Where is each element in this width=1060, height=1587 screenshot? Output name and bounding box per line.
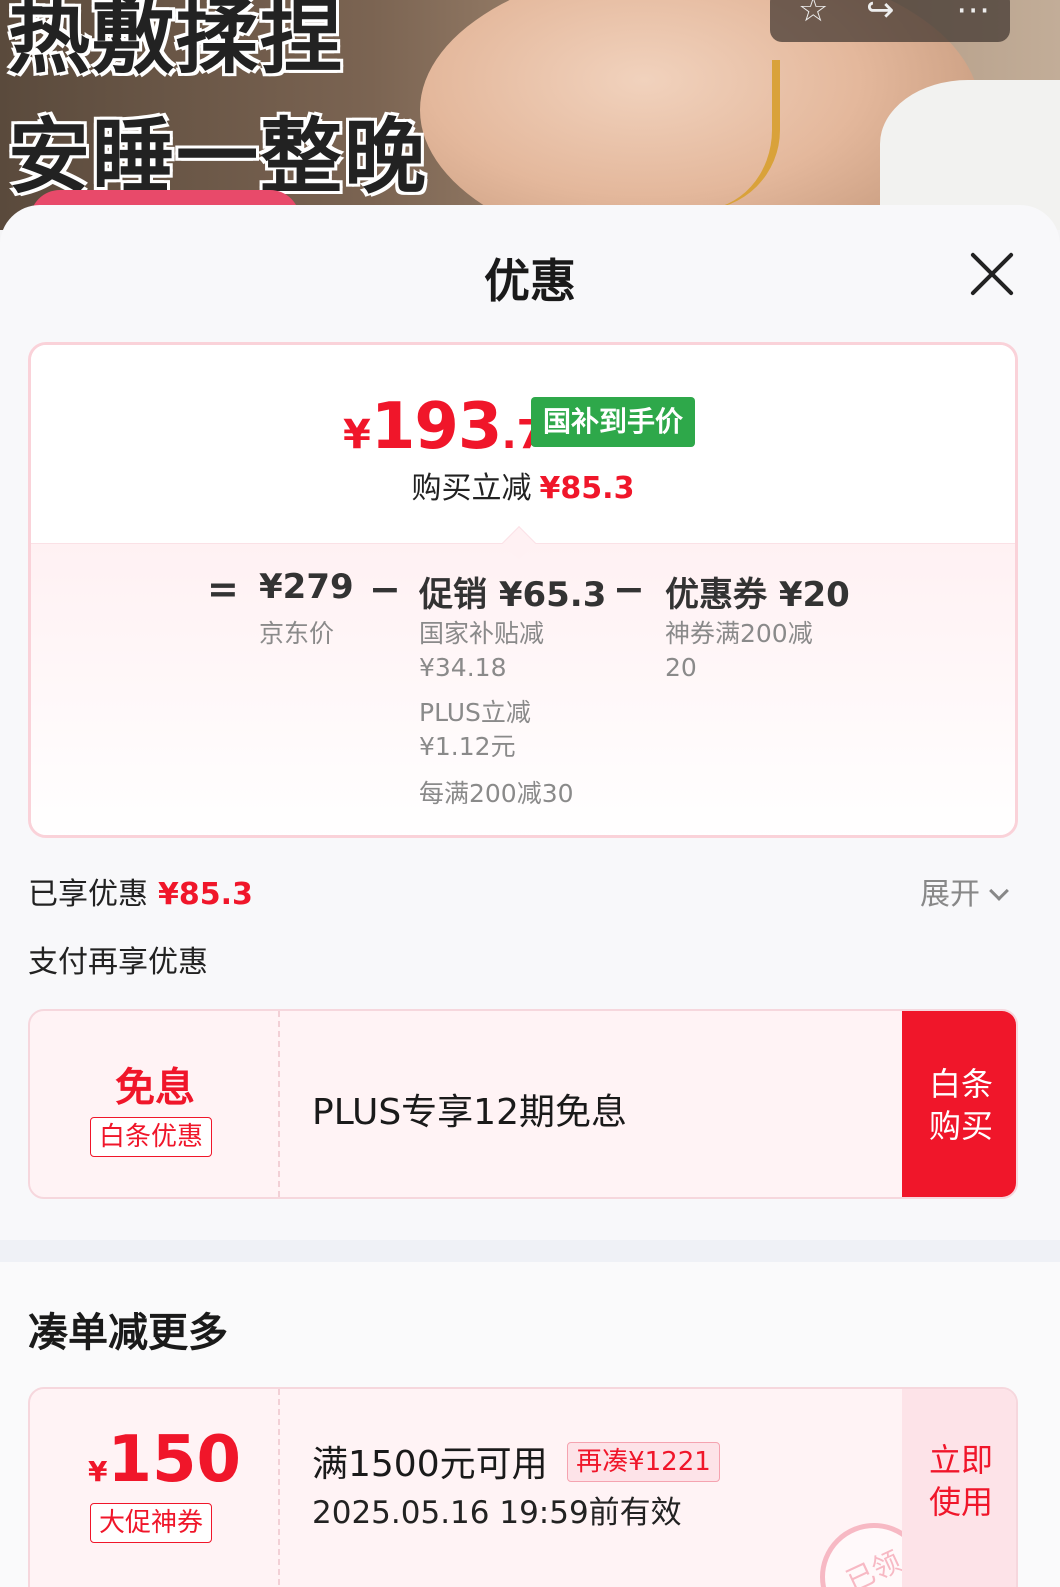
price-summary-card: ¥193.7 国补到手价 购买立减 ¥85.3 = ¥279 京东价 − 促销 ¥… (28, 342, 1018, 838)
baitiao-desc: PLUS专享12期免息 (312, 1092, 627, 1133)
jd-price-label: 京东价 (259, 619, 335, 648)
discount-sheet: 优惠 ¥193.7 国补到手价 购买立减 ¥85.3 = ¥279 京东价 − 促… (0, 205, 1060, 1587)
chevron-down-icon (989, 881, 1009, 901)
jd-price: ¥279 (259, 567, 354, 607)
more-icon[interactable]: ⋯ (956, 0, 990, 30)
product-hero-image: 热敷揉捏 安睡一整晚 ☆ ↪ ⋯ (0, 0, 1060, 230)
use-now-button[interactable]: 立即 使用 (902, 1389, 1016, 1587)
coupon-validity: 2025.05.16 19:59前有效 (312, 1495, 682, 1531)
minus-sign-1: − (369, 567, 401, 611)
more-discount-section: 凑单减更多 ¥150 大促神券 满1500元可用 再凑¥1221 2025.05… (0, 1262, 1060, 1587)
coupon-total: 优惠券 ¥20 (665, 575, 850, 615)
coupon-amount: ¥150 (88, 1423, 242, 1497)
baitiao-tag: 白条优惠 (90, 1117, 213, 1157)
sheet-title: 优惠 (484, 254, 576, 308)
pay-more-title: 支付再享优惠 (28, 945, 208, 980)
equals-sign: = (207, 567, 239, 611)
minus-sign-2: − (613, 567, 645, 611)
promo-total: 促销 ¥65.3 (419, 575, 607, 615)
coupon-condition: 满1500元可用 再凑¥1221 (312, 1435, 720, 1488)
promo-coupon: ¥150 大促神券 满1500元可用 再凑¥1221 2025.05.16 19… (28, 1387, 1018, 1587)
enjoyed-amount: ¥85.3 (158, 877, 253, 912)
expand-button[interactable]: 展开 (920, 869, 1009, 913)
full-reduction-rule: 每满200减30 (419, 779, 574, 808)
final-price: ¥193.7 (343, 390, 545, 464)
star-icon[interactable]: ☆ (798, 0, 828, 30)
top-action-bar: ☆ ↪ ⋯ (770, 0, 1010, 42)
interest-free-title: 免息 (115, 1065, 195, 1111)
section-title: 凑单减更多 (28, 1310, 228, 1356)
save-amount: ¥85.3 (539, 471, 635, 506)
baitiao-buy-button[interactable]: 白条 购买 (902, 1011, 1016, 1197)
gov-subsidy-amount: ¥34.18 (419, 653, 507, 682)
subsidy-price-tag: 国补到手价 (531, 397, 696, 447)
plus-discount-amount: ¥1.12元 (419, 732, 516, 761)
save-line: 购买立减 ¥85.3 (411, 471, 635, 506)
baitiao-coupon: 免息 白条优惠 PLUS专享12期免息 白条 购买 (28, 1009, 1018, 1199)
share-icon[interactable]: ↪ (866, 0, 895, 30)
gov-subsidy-label: 国家补贴减 (419, 619, 545, 648)
enjoyed-discount: 已享优惠 ¥85.3 (28, 877, 253, 912)
plus-discount-label: PLUS立减 (419, 698, 531, 727)
close-button[interactable] (966, 249, 1016, 299)
coupon-type-tag: 大促神券 (90, 1503, 213, 1543)
hero-headline-1: 热敷揉捏 (8, 0, 345, 85)
coupon-rule: 神券满200减 (665, 619, 813, 648)
coupon-rule-amount: 20 (665, 653, 697, 682)
remain-amount-tag: 再凑¥1221 (567, 1442, 720, 1482)
